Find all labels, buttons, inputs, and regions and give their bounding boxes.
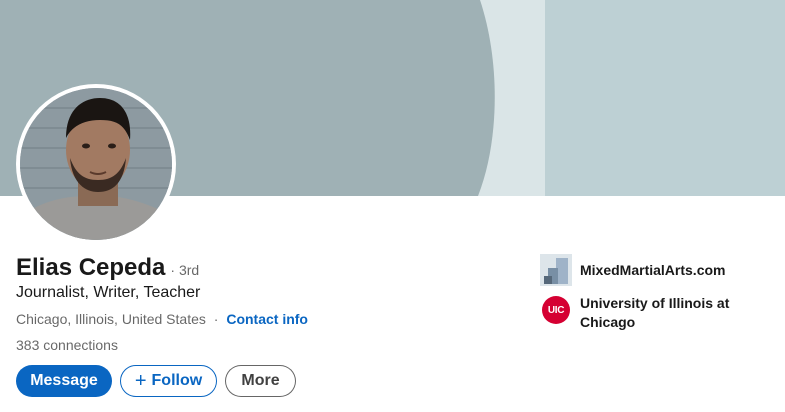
plus-icon: + bbox=[134, 370, 147, 392]
separator-dot: · bbox=[213, 311, 219, 327]
connections-count[interactable]: 383 connections bbox=[16, 337, 118, 353]
more-button[interactable]: More bbox=[225, 365, 296, 397]
company-logo-icon bbox=[540, 254, 572, 286]
avatar bbox=[20, 88, 172, 240]
current-company-link[interactable]: MixedMartialArts.com bbox=[540, 254, 740, 286]
top-card-organizations: MixedMartialArts.com UIC University of I… bbox=[540, 254, 740, 340]
message-button-label: Message bbox=[30, 372, 98, 389]
connection-degree-badge: · 3rd bbox=[170, 262, 200, 278]
more-button-label: More bbox=[241, 372, 280, 389]
company-name: MixedMartialArts.com bbox=[580, 262, 726, 278]
follow-button[interactable]: + Follow bbox=[120, 365, 217, 397]
education-link[interactable]: UIC University of Illinois at Chicago bbox=[540, 294, 740, 332]
profile-actions: Message + Follow More bbox=[16, 365, 296, 397]
contact-info-link[interactable]: Contact info bbox=[226, 311, 308, 327]
message-button[interactable]: Message bbox=[16, 365, 112, 397]
profile-name: Elias Cepeda bbox=[16, 254, 166, 281]
follow-button-label: Follow bbox=[151, 372, 203, 389]
profile-headline: Journalist, Writer, Teacher bbox=[16, 284, 201, 301]
uic-logo-text: UIC bbox=[542, 296, 570, 324]
profile-photo[interactable] bbox=[16, 84, 176, 244]
school-name: University of Illinois at Chicago bbox=[580, 295, 730, 330]
school-logo: UIC bbox=[540, 294, 572, 326]
profile-location: Chicago, Illinois, United States bbox=[16, 311, 206, 327]
